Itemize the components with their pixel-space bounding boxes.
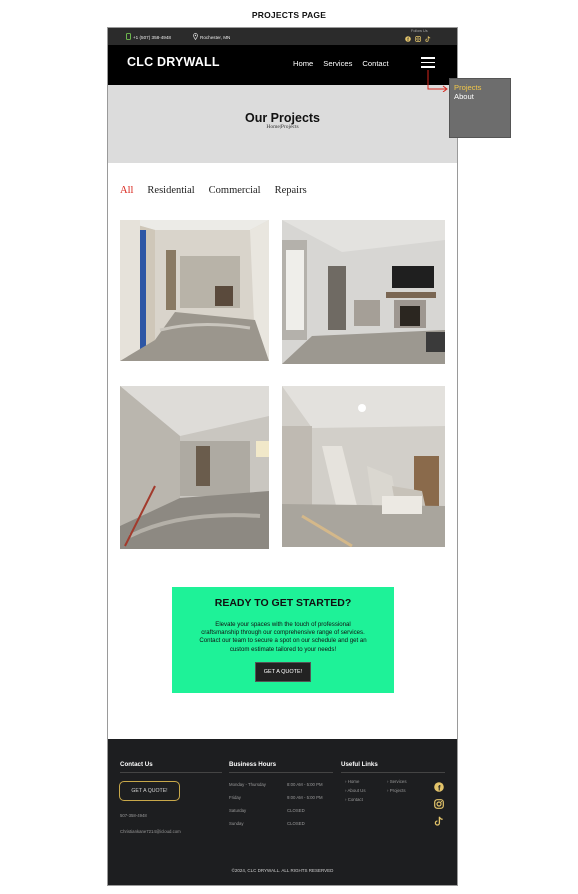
tab-repairs[interactable]: Repairs [275,185,307,196]
footer-divider [229,772,333,773]
footer-contact-title: Contact Us [120,761,153,768]
tiktok-icon[interactable] [434,813,444,826]
brand-logo[interactable]: CLC DRYWALL [127,55,220,69]
hours-day: Monday - Thursday [229,782,266,787]
footer-get-quote-button[interactable]: GET A QUOTE! [119,781,180,801]
nav-services[interactable]: Services [323,59,352,68]
breadcrumb[interactable]: Home|Projects [108,124,457,130]
tiktok-icon[interactable] [425,36,431,42]
facebook-icon[interactable]: f [434,779,444,792]
cta-title: READY TO GET STARTED? [214,597,352,609]
page-hero: Our Projects Home|Projects [108,85,457,163]
tab-residential[interactable]: Residential [147,185,194,196]
website-frame: +1 (507) 358-4948 Rochester, MN Follow U… [107,27,458,886]
nav-contact[interactable]: Contact [362,59,388,68]
project-photo-3[interactable] [120,386,269,549]
footer-divider [120,772,222,773]
page-caption: PROJECTS PAGE [251,10,327,20]
follow-us-label: Follow Us [411,29,428,33]
page-title: Our Projects [244,111,321,125]
dropdown-item-projects[interactable]: Projects [450,83,510,92]
nav-home[interactable]: Home [293,59,313,68]
dropdown-item-about[interactable]: About [450,92,510,101]
hours-time: 8:00 AM - 5:00 PM [287,782,323,787]
footer-email[interactable]: Christiankane7214@icloud.com [120,829,181,834]
hours-time: 9:00 AM - 5:00 PM [287,795,323,800]
footer-link-home[interactable]: › Home [345,779,359,784]
footer-link-services[interactable]: › Services [387,779,407,784]
copyright-text: ©2024, CLC DRYWALL. ALL RIGHTS RESERVED [231,868,334,873]
cta-get-quote-button[interactable]: GET A QUOTE! [254,661,312,682]
phone-info[interactable]: +1 (507) 358-4948 [126,33,171,41]
tab-all[interactable]: All [120,185,133,196]
hours-time: CLOSED [287,821,305,826]
footer-link-contact[interactable]: › Contact [345,797,363,802]
site-footer: Contact Us GET A QUOTE! 507-358-4948 Chr… [108,739,457,885]
hours-time: CLOSED [287,808,305,813]
phone-text: +1 (507) 358-4948 [133,34,171,40]
top-social-links: f [405,36,431,42]
annotation-arrow [427,70,448,92]
instagram-icon[interactable] [415,36,421,42]
project-photo-4[interactable] [282,386,445,547]
location-info: Rochester, MN [193,33,230,41]
top-info-bar: +1 (507) 358-4948 Rochester, MN Follow U… [108,28,457,45]
hours-day: Friday [229,795,241,800]
nav-links: Home Services Contact [293,59,389,68]
footer-links-title: Useful Links [341,761,378,768]
instagram-icon[interactable] [434,796,444,809]
phone-icon [126,33,131,41]
cta-box: READY TO GET STARTED? Elevate your space… [172,587,394,693]
footer-hours-title: Business Hours [229,761,277,768]
project-photo-1[interactable] [120,220,269,361]
hours-day: Sunday [229,821,244,826]
project-filter-tabs: All Residential Commercial Repairs [120,185,307,196]
footer-link-projects[interactable]: › Projects [387,788,406,793]
dropdown-menu: Projects About [449,78,511,138]
footer-link-about[interactable]: › About Us [345,788,366,793]
facebook-icon[interactable]: f [405,36,411,42]
project-photo-2[interactable] [282,220,445,364]
cta-body: Elevate your spaces with the touch of pr… [199,621,367,653]
location-text: Rochester, MN [200,34,231,40]
location-pin-icon [193,33,198,41]
tab-commercial[interactable]: Commercial [209,185,261,196]
main-navbar: CLC DRYWALL Home Services Contact [108,45,457,85]
footer-phone[interactable]: 507-358-4948 [120,813,147,818]
footer-divider [341,772,445,773]
hours-day: Saturday [229,808,247,813]
